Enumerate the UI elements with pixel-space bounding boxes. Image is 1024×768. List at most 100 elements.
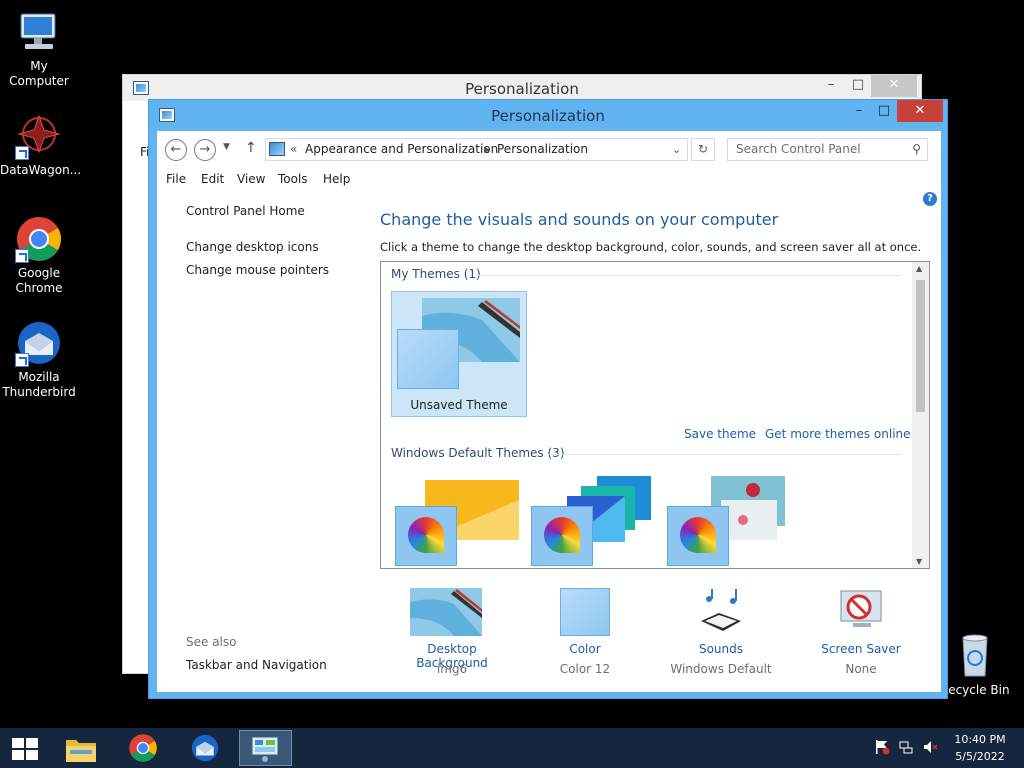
computer-icon bbox=[15, 8, 63, 56]
help-icon[interactable]: ? bbox=[923, 192, 937, 206]
color-fan-icon bbox=[395, 506, 457, 566]
volume-muted-icon[interactable] bbox=[922, 739, 938, 758]
close-button[interactable]: ✕ bbox=[897, 100, 943, 122]
theme-unsaved[interactable]: Unsaved Theme bbox=[391, 291, 527, 417]
taskbar-navigation-link[interactable]: Taskbar and Navigation bbox=[186, 658, 327, 672]
menu-tools[interactable]: Tools bbox=[278, 169, 308, 189]
color-fan-icon bbox=[667, 506, 729, 566]
window-titlebar[interactable]: Personalization bbox=[149, 100, 947, 130]
start-button[interactable] bbox=[0, 730, 50, 766]
desktop-icon-label: DataWagon... bbox=[0, 163, 82, 177]
screen-saver-label: Screen Saver bbox=[821, 642, 901, 656]
taskbar-chrome[interactable] bbox=[118, 730, 168, 766]
scroll-up-icon[interactable]: ▲ bbox=[916, 264, 922, 273]
screen-saver-link[interactable]: Screen Saver bbox=[817, 581, 905, 656]
theme-windows[interactable] bbox=[395, 476, 521, 568]
refresh-button[interactable]: ↻ bbox=[691, 138, 715, 161]
color-link[interactable]: Color bbox=[549, 581, 621, 656]
page-title: Change the visuals and sounds on your co… bbox=[380, 210, 779, 229]
screen-saver-icon bbox=[840, 590, 882, 627]
breadcrumb-personalization[interactable]: Personalization bbox=[497, 139, 588, 160]
menu-file[interactable]: File bbox=[166, 169, 186, 189]
my-themes-group-title: My Themes (1) bbox=[391, 267, 481, 281]
control-panel-icon bbox=[269, 142, 285, 156]
scroll-down-icon[interactable]: ▼ bbox=[916, 557, 922, 566]
breadcrumb-appearance[interactable]: Appearance and Personalization bbox=[305, 139, 498, 160]
clock-time[interactable]: 10:40 PM bbox=[952, 733, 1008, 746]
back-window-title: Personalization bbox=[465, 80, 579, 98]
window-content: ← → ▼ ↑ « Appearance and Personalization… bbox=[157, 131, 941, 692]
group-divider bbox=[549, 454, 901, 455]
recent-pages-dropdown[interactable]: ▼ bbox=[223, 142, 230, 152]
sounds-value: Windows Default bbox=[670, 662, 772, 676]
desktop-icon-label: Mozilla Thunderbird bbox=[2, 370, 76, 399]
desktop-icon-google-chrome[interactable]: Google Chrome bbox=[0, 215, 78, 296]
minimize-button[interactable]: – bbox=[845, 100, 873, 122]
thunderbird-icon bbox=[15, 319, 63, 367]
default-themes-group-title: Windows Default Themes (3) bbox=[391, 446, 565, 460]
shortcut-arrow-icon bbox=[15, 249, 29, 263]
themes-scrollbar[interactable]: ▲ ▼ bbox=[912, 262, 929, 568]
group-divider bbox=[477, 275, 901, 276]
control-panel-home-link[interactable]: Control Panel Home bbox=[186, 204, 305, 218]
page-description: Click a theme to change the desktop back… bbox=[380, 240, 922, 254]
folder-icon bbox=[66, 740, 96, 762]
taskbar-control-panel[interactable] bbox=[239, 730, 292, 766]
theme-flowers[interactable] bbox=[667, 476, 793, 568]
search-input[interactable]: Search Control Panel ⚲ bbox=[727, 138, 928, 161]
thunderbird-icon bbox=[191, 734, 219, 762]
control-panel-icon bbox=[133, 81, 149, 95]
chrome-icon bbox=[15, 215, 63, 263]
scrollbar-thumb[interactable] bbox=[916, 280, 925, 412]
desktop: My Computer DataWagon... Google Chrome M… bbox=[0, 0, 1024, 728]
sounds-link[interactable]: Sounds bbox=[667, 581, 775, 656]
back-button[interactable]: ← bbox=[165, 139, 187, 161]
theme-lines-and-colors[interactable] bbox=[531, 476, 657, 568]
desktop-background-value: img6 bbox=[436, 662, 468, 676]
breadcrumb-overflow[interactable]: « bbox=[290, 139, 297, 160]
desktop-icon-mozilla-thunderbird[interactable]: Mozilla Thunderbird bbox=[0, 319, 78, 400]
sounds-label: Sounds bbox=[698, 642, 744, 656]
back-window-titlebar[interactable]: Personalization – □ ✕ bbox=[123, 75, 921, 101]
menu-edit[interactable]: Edit bbox=[201, 169, 224, 189]
desktop-background-icon bbox=[410, 588, 482, 636]
up-button[interactable]: ↑ bbox=[245, 140, 257, 156]
sounds-icon bbox=[701, 589, 741, 631]
search-icon: ⚲ bbox=[912, 142, 921, 156]
windows-logo-icon bbox=[12, 738, 38, 760]
shortcut-arrow-icon bbox=[15, 353, 29, 367]
address-dropdown-icon[interactable]: ⌄ bbox=[672, 139, 681, 160]
shortcut-arrow-icon bbox=[15, 146, 29, 160]
action-center-flag-icon[interactable] bbox=[874, 739, 890, 758]
back-maximize-button[interactable]: □ bbox=[844, 75, 872, 97]
menu-bar: File Edit View Tools Help bbox=[157, 169, 941, 191]
change-mouse-pointers-link[interactable]: Change mouse pointers bbox=[186, 263, 329, 277]
address-bar[interactable]: « Appearance and Personalization ▶ Perso… bbox=[265, 138, 688, 161]
themes-list[interactable]: My Themes (1) Unsaved Theme Save theme G… bbox=[380, 261, 930, 569]
forward-button[interactable]: → bbox=[194, 139, 216, 161]
save-theme-link[interactable]: Save theme bbox=[684, 427, 756, 441]
get-more-themes-link[interactable]: Get more themes online bbox=[765, 427, 911, 441]
taskbar-file-explorer[interactable] bbox=[56, 730, 106, 766]
network-icon[interactable] bbox=[898, 739, 914, 758]
menu-view[interactable]: View bbox=[237, 169, 265, 189]
desktop-icon-datawagon[interactable]: DataWagon... bbox=[0, 112, 82, 178]
maximize-button[interactable]: □ bbox=[870, 100, 898, 122]
desktop-icon-label: My Computer bbox=[9, 59, 69, 88]
breadcrumb-separator-icon: ▶ bbox=[484, 145, 491, 154]
color-swatch-icon bbox=[560, 588, 610, 636]
back-close-button[interactable]: ✕ bbox=[871, 75, 917, 97]
desktop-icon-my-computer[interactable]: My Computer bbox=[0, 8, 78, 89]
recycle-bin-icon bbox=[951, 632, 999, 680]
color-label: Color bbox=[569, 642, 601, 656]
change-desktop-icons-link[interactable]: Change desktop icons bbox=[186, 240, 319, 254]
theme-color-swatch bbox=[397, 329, 459, 389]
personalization-window[interactable]: Personalization – □ ✕ ← → ▼ ↑ « Appearan… bbox=[148, 99, 948, 699]
see-also-heading: See also bbox=[186, 635, 237, 649]
menu-help[interactable]: Help bbox=[323, 169, 350, 189]
back-minimize-button[interactable]: – bbox=[817, 75, 845, 97]
clock-date[interactable]: 5/5/2022 bbox=[952, 750, 1008, 763]
taskbar-thunderbird[interactable] bbox=[180, 730, 230, 766]
chrome-icon bbox=[129, 734, 157, 762]
desktop-background-link[interactable]: Desktop Background bbox=[393, 581, 511, 670]
